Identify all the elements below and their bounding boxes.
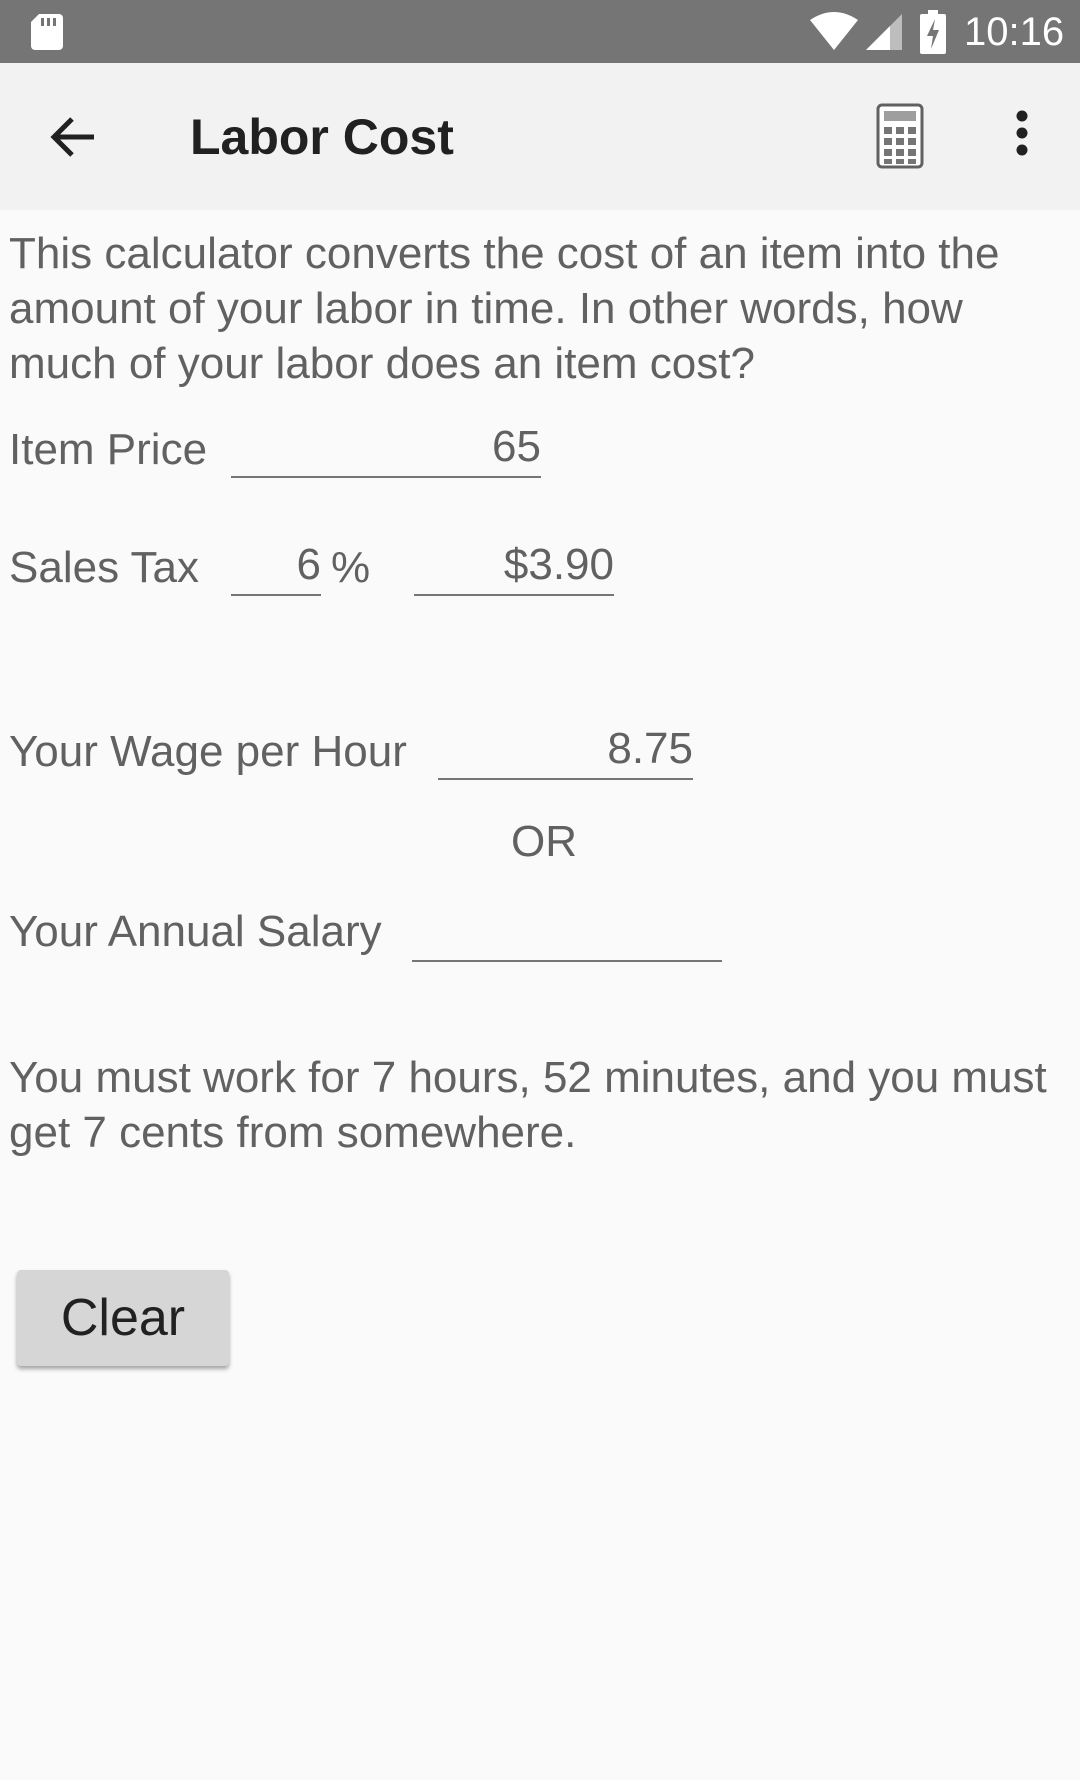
percent-sign: % (331, 543, 371, 592)
status-clock: 10:16 (964, 10, 1065, 54)
app-bar: Labor Cost (0, 63, 1080, 210)
wifi-icon (810, 12, 858, 57)
sales-tax-percent-input[interactable] (231, 536, 321, 596)
page-title: Labor Cost (190, 109, 454, 165)
calculator-icon (876, 103, 924, 173)
intro-text: This calculator converts the cost of an … (9, 229, 1000, 388)
back-arrow-icon (42, 117, 106, 173)
status-bar: 10:16 (0, 0, 1080, 63)
sd-card-icon (31, 14, 63, 55)
salary-label: Your Annual Salary (9, 907, 382, 956)
wage-label: Your Wage per Hour (9, 727, 407, 776)
item-price-input[interactable] (231, 418, 541, 478)
salary-input[interactable] (412, 902, 722, 962)
signal-icon (864, 12, 902, 57)
result-text: You must work for 7 hours, 52 minutes, a… (9, 1053, 1047, 1157)
or-label: OR (511, 817, 577, 866)
sales-tax-amount-field[interactable] (414, 536, 614, 596)
calculator-button[interactable] (876, 103, 924, 169)
back-button[interactable] (42, 105, 106, 169)
wage-input[interactable] (438, 720, 693, 780)
more-options-button[interactable] (1002, 103, 1042, 169)
clear-button[interactable]: Clear (17, 1270, 229, 1366)
sales-tax-label: Sales Tax (9, 543, 199, 592)
more-vert-icon (1002, 110, 1042, 173)
battery-charging-icon (920, 10, 946, 59)
item-price-label: Item Price (9, 425, 208, 474)
